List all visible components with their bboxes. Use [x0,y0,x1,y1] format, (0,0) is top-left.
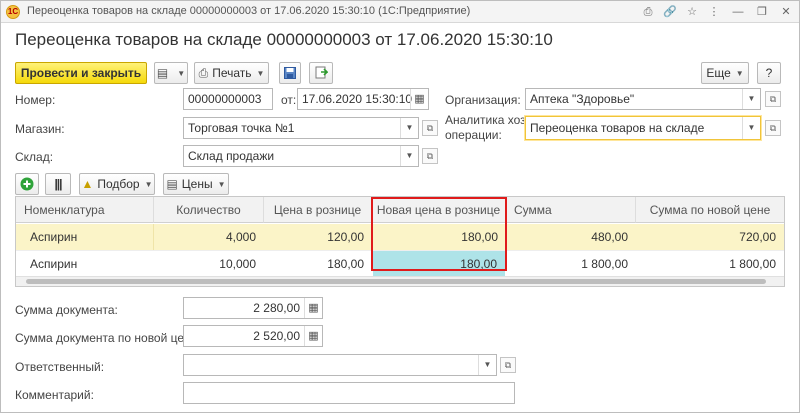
app-logo: 1С [6,5,20,19]
store-label: Магазин: [15,122,65,136]
horizontal-scrollbar[interactable] [16,276,784,286]
analytics-label-line1: Аналитика хоз. [445,113,529,127]
chevron-down-icon: ▼ [217,180,226,189]
organization-field[interactable]: Аптека "Здоровье" ▼ [525,88,761,110]
dropdown-arrow-icon[interactable]: ▼ [742,117,760,139]
calendar-icon[interactable]: ▦ [410,89,428,109]
doc-sum-field: 2 280,00 ▦ [183,297,323,319]
window-title: Переоценка товаров на складе 00000000003… [27,5,471,17]
column-header-price[interactable]: Цена в рознице [264,197,372,223]
store-value: Торговая точка №1 [188,121,295,135]
warehouse-field[interactable]: Склад продажи ▼ [183,145,419,167]
warehouse-label: Склад: [15,150,54,164]
column-header-item[interactable]: Номенклатура [16,197,154,223]
cell-item[interactable]: Аспирин [16,224,154,250]
more-button-label: Еще [706,66,731,80]
doc-sum-value: 2 280,00 [253,301,300,315]
chevron-down-icon: ▼ [144,180,153,189]
cell-sum[interactable]: 1 800,00 [506,251,636,277]
minimize-icon[interactable]: — [731,5,745,19]
store-field[interactable]: Торговая точка №1 ▼ [183,117,419,139]
document-icon: ▤ [156,66,169,80]
link-icon[interactable]: 🔗 [663,5,677,19]
comment-field[interactable] [183,382,515,404]
page-title: Переоценка товаров на складе 00000000003… [15,30,553,49]
save-icon [284,67,296,79]
more-icon[interactable]: ⋮ [707,5,721,19]
column-header-sum[interactable]: Сумма [506,197,636,223]
doc-sum-new-label: Сумма документа по новой цене: [15,331,201,345]
responsible-field[interactable]: ▼ [183,354,497,376]
post-button[interactable] [309,62,333,84]
print-button-label: Печать [212,66,252,80]
barcode-button[interactable]: ||| [45,173,71,195]
cell-new-sum[interactable]: 1 800,00 [636,251,784,277]
cell-price[interactable]: 120,00 [264,224,372,250]
scrollbar-thumb[interactable] [26,279,766,284]
cell-quantity[interactable]: 4,000 [154,224,264,250]
date-field[interactable]: 17.06.2020 15:30:10 ▦ [297,88,429,110]
responsible-label: Ответственный: [15,360,105,374]
comment-label: Комментарий: [15,388,94,402]
column-header-new-sum[interactable]: Сумма по новой цене [636,197,784,223]
restore-icon[interactable]: ❐ [755,5,769,19]
open-organization-icon[interactable]: ⧉ [765,91,781,107]
number-label: Номер: [15,93,56,107]
add-row-button[interactable] [15,173,39,195]
dropdown-arrow-icon[interactable]: ▼ [400,118,418,138]
doc-sum-new-field: 2 520,00 ▦ [183,325,323,347]
doc-sum-label: Сумма документа: [15,303,118,317]
calculator-icon[interactable]: ▦ [304,326,322,346]
date-value: 17.06.2020 15:30:10 [302,92,413,106]
add-icon [20,177,34,191]
chevron-down-icon: ▼ [256,69,265,78]
select-items-label: Подбор [97,177,140,191]
date-label: от: [281,93,297,107]
open-responsible-icon[interactable]: ⧉ [500,357,516,373]
prices-label: Цены [181,177,213,191]
chevron-down-icon: ▼ [177,69,186,78]
print-icon[interactable]: ⎙ [641,5,655,19]
number-field[interactable]: 00000000003 [183,88,273,110]
help-button[interactable]: ? [757,62,781,84]
analytics-field[interactable]: Переоценка товаров на складе ▼ [525,116,761,140]
chevron-down-icon: ▼ [735,69,744,78]
prices-button[interactable]: ▤ Цены ▼ [163,173,229,195]
organization-value: Аптека "Здоровье" [530,92,635,106]
post-document-icon [315,66,329,79]
open-analytics-icon[interactable]: ⧉ [765,120,781,136]
save-button[interactable] [279,62,301,84]
warehouse-value: Склад продажи [188,149,275,163]
cell-price[interactable]: 180,00 [264,251,372,277]
document-window: 1С Переоценка товаров на складе 00000000… [0,0,800,413]
post-and-close-button[interactable]: Провести и закрыть [15,62,147,84]
cell-sum[interactable]: 480,00 [506,224,636,250]
close-icon[interactable]: ✕ [779,5,793,19]
dropdown-arrow-icon[interactable]: ▼ [742,89,760,109]
cell-quantity[interactable]: 10,000 [154,251,264,277]
analytics-label-line2: операции: [445,128,502,142]
cell-new-sum[interactable]: 720,00 [636,224,784,250]
print-button[interactable]: ⎙ Печать ▼ [194,62,269,84]
prices-icon: ▤ [166,177,178,191]
selection-icon: ▲ [81,177,94,191]
dropdown-arrow-icon[interactable]: ▼ [400,146,418,166]
column-header-quantity[interactable]: Количество [154,197,264,223]
new-price-highlight-frame [371,197,507,271]
organization-label: Организация: [445,93,521,107]
calculator-icon[interactable]: ▦ [304,298,322,318]
analytics-value: Переоценка товаров на складе [530,121,705,135]
more-button[interactable]: Еще ▼ [701,62,749,84]
doc-sum-new-value: 2 520,00 [253,329,300,343]
dropdown-arrow-icon[interactable]: ▼ [478,355,496,375]
title-bar: 1С Переоценка товаров на складе 00000000… [1,1,799,23]
printer-icon: ⎙ [198,66,209,80]
open-store-icon[interactable]: ⧉ [422,120,438,136]
barcode-icon: ||| [54,177,62,191]
create-based-on-button[interactable]: ▤ ▼ [154,62,188,84]
open-warehouse-icon[interactable]: ⧉ [422,148,438,164]
star-icon[interactable]: ☆ [685,5,699,19]
cell-item[interactable]: Аспирин [16,251,154,277]
select-items-button[interactable]: ▲ Подбор ▼ [79,173,155,195]
